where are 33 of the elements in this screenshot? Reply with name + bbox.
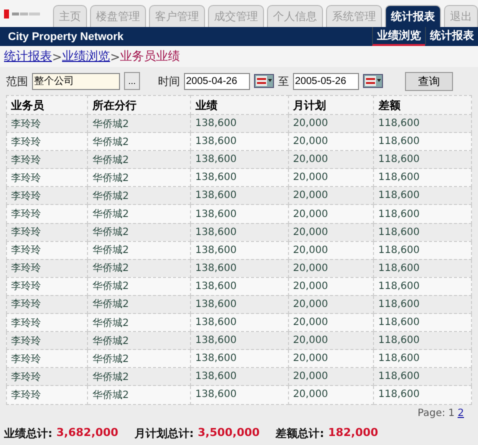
total-label: 业绩总计:	[4, 426, 52, 440]
table-cell: 20,000	[288, 386, 374, 404]
breadcrumb-separator: >	[52, 50, 62, 64]
page-label: Page:	[418, 408, 446, 418]
nav-tab[interactable]: 统计报表	[385, 5, 441, 27]
table-cell: 李玲玲	[6, 386, 88, 404]
table-cell: 138,600	[190, 386, 288, 404]
total-value: 182,000	[328, 426, 378, 440]
calendar-button[interactable]	[363, 74, 383, 88]
calendar-button[interactable]	[254, 74, 274, 88]
total-label: 月计划总计:	[134, 426, 194, 440]
date-field[interactable]: 2005-05-26	[293, 72, 359, 90]
breadcrumb-current: 业务员业绩	[120, 48, 180, 65]
table-cell: 华侨城2	[88, 386, 191, 404]
table-cell: 118,600	[374, 386, 472, 404]
browse-button[interactable]: ...	[124, 72, 140, 90]
page-link[interactable]: 2	[458, 408, 464, 418]
calendar-icon	[256, 76, 272, 86]
page-link[interactable]: 1	[448, 408, 455, 418]
date-field[interactable]: 2005-04-26	[184, 72, 250, 90]
total-value: 3,682,000	[56, 426, 118, 440]
calendar-icon	[365, 76, 381, 86]
breadcrumb-separator: >	[110, 50, 120, 64]
total-label: 差额总计:	[276, 426, 324, 440]
breadcrumb-link[interactable]: 统计报表	[4, 48, 52, 65]
breadcrumb-link[interactable]: 业绩浏览	[62, 48, 110, 65]
scope-label: 范围	[6, 74, 28, 88]
brand-name: City Property Network	[8, 30, 124, 42]
query-button[interactable]: 查询	[405, 72, 453, 90]
total-value: 3,500,000	[198, 426, 260, 440]
scope-field[interactable]: 整个公司	[32, 72, 120, 90]
time-label: 时间	[158, 74, 180, 88]
to-label: 至	[278, 74, 289, 88]
